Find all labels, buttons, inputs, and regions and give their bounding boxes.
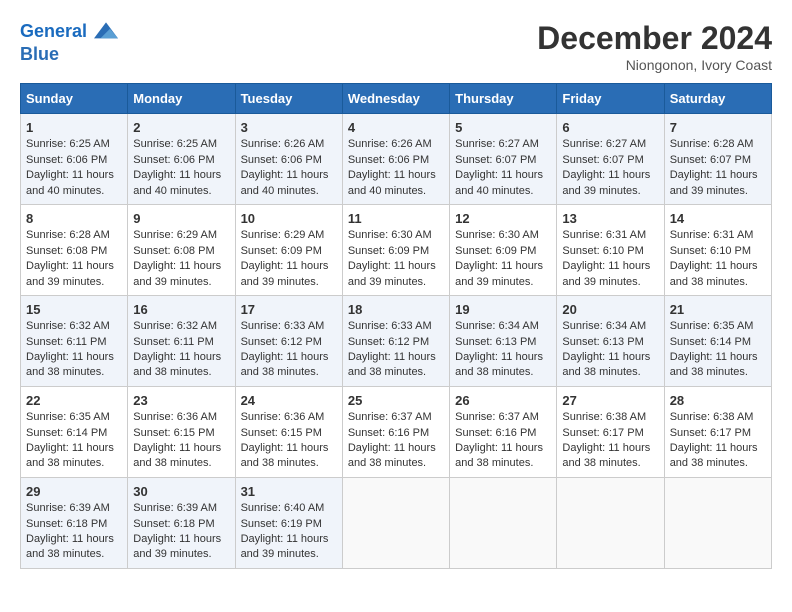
- day-number: 4: [348, 120, 355, 135]
- month-title: December 2024: [537, 20, 772, 57]
- location-subtitle: Niongonon, Ivory Coast: [537, 57, 772, 73]
- day-cell: 7 Sunrise: 6:28 AM Sunset: 6:07 PM Dayli…: [664, 114, 771, 205]
- day-number: 29: [26, 484, 40, 499]
- day-cell: 23 Sunrise: 6:36 AM Sunset: 6:15 PM Dayl…: [128, 386, 235, 477]
- day-cell: 27 Sunrise: 6:38 AM Sunset: 6:17 PM Dayl…: [557, 386, 664, 477]
- day-cell: 22 Sunrise: 6:35 AM Sunset: 6:14 PM Dayl…: [21, 386, 128, 477]
- day-number: 14: [670, 211, 684, 226]
- day-number: 20: [562, 302, 576, 317]
- day-cell: 10 Sunrise: 6:29 AM Sunset: 6:09 PM Dayl…: [235, 204, 342, 295]
- header-tuesday: Tuesday: [235, 84, 342, 114]
- day-cell: 8 Sunrise: 6:28 AM Sunset: 6:08 PM Dayli…: [21, 204, 128, 295]
- logo-text: General: [20, 20, 118, 44]
- day-number: 6: [562, 120, 569, 135]
- day-number: 11: [348, 211, 362, 226]
- day-cell: 29 Sunrise: 6:39 AM Sunset: 6:18 PM Dayl…: [21, 477, 128, 568]
- day-cell: 18 Sunrise: 6:33 AM Sunset: 6:12 PM Dayl…: [342, 295, 449, 386]
- day-cell: 9 Sunrise: 6:29 AM Sunset: 6:08 PM Dayli…: [128, 204, 235, 295]
- day-number: 10: [241, 211, 255, 226]
- day-number: 2: [133, 120, 140, 135]
- day-cell: 14 Sunrise: 6:31 AM Sunset: 6:10 PM Dayl…: [664, 204, 771, 295]
- week-row-5: 29 Sunrise: 6:39 AM Sunset: 6:18 PM Dayl…: [21, 477, 772, 568]
- day-number: 28: [670, 393, 684, 408]
- day-number: 23: [133, 393, 147, 408]
- header-monday: Monday: [128, 84, 235, 114]
- day-number: 31: [241, 484, 255, 499]
- header-saturday: Saturday: [664, 84, 771, 114]
- day-cell: 25 Sunrise: 6:37 AM Sunset: 6:16 PM Dayl…: [342, 386, 449, 477]
- header-thursday: Thursday: [450, 84, 557, 114]
- day-number: 25: [348, 393, 362, 408]
- day-cell: 31 Sunrise: 6:40 AM Sunset: 6:19 PM Dayl…: [235, 477, 342, 568]
- day-number: 3: [241, 120, 248, 135]
- day-cell: [664, 477, 771, 568]
- day-number: 19: [455, 302, 469, 317]
- day-number: 9: [133, 211, 140, 226]
- day-cell: 3 Sunrise: 6:26 AM Sunset: 6:06 PM Dayli…: [235, 114, 342, 205]
- day-cell: 2 Sunrise: 6:25 AM Sunset: 6:06 PM Dayli…: [128, 114, 235, 205]
- day-cell: 17 Sunrise: 6:33 AM Sunset: 6:12 PM Dayl…: [235, 295, 342, 386]
- day-cell: 1 Sunrise: 6:25 AM Sunset: 6:06 PM Dayli…: [21, 114, 128, 205]
- day-number: 17: [241, 302, 255, 317]
- day-cell: 12 Sunrise: 6:30 AM Sunset: 6:09 PM Dayl…: [450, 204, 557, 295]
- day-number: 22: [26, 393, 40, 408]
- week-row-4: 22 Sunrise: 6:35 AM Sunset: 6:14 PM Dayl…: [21, 386, 772, 477]
- day-number: 5: [455, 120, 462, 135]
- day-cell: 13 Sunrise: 6:31 AM Sunset: 6:10 PM Dayl…: [557, 204, 664, 295]
- day-number: 12: [455, 211, 469, 226]
- day-cell: 30 Sunrise: 6:39 AM Sunset: 6:18 PM Dayl…: [128, 477, 235, 568]
- day-cell: 19 Sunrise: 6:34 AM Sunset: 6:13 PM Dayl…: [450, 295, 557, 386]
- header-sunday: Sunday: [21, 84, 128, 114]
- title-block: December 2024 Niongonon, Ivory Coast: [537, 20, 772, 73]
- header-friday: Friday: [557, 84, 664, 114]
- day-cell: 24 Sunrise: 6:36 AM Sunset: 6:15 PM Dayl…: [235, 386, 342, 477]
- page-header: General Blue December 2024 Niongonon, Iv…: [20, 20, 772, 73]
- day-cell: 16 Sunrise: 6:32 AM Sunset: 6:11 PM Dayl…: [128, 295, 235, 386]
- day-cell: 28 Sunrise: 6:38 AM Sunset: 6:17 PM Dayl…: [664, 386, 771, 477]
- day-cell: 6 Sunrise: 6:27 AM Sunset: 6:07 PM Dayli…: [557, 114, 664, 205]
- day-number: 7: [670, 120, 677, 135]
- day-number: 8: [26, 211, 33, 226]
- day-number: 21: [670, 302, 684, 317]
- week-row-3: 15 Sunrise: 6:32 AM Sunset: 6:11 PM Dayl…: [21, 295, 772, 386]
- week-row-1: 1 Sunrise: 6:25 AM Sunset: 6:06 PM Dayli…: [21, 114, 772, 205]
- day-cell: 21 Sunrise: 6:35 AM Sunset: 6:14 PM Dayl…: [664, 295, 771, 386]
- calendar-table: SundayMondayTuesdayWednesdayThursdayFrid…: [20, 83, 772, 569]
- day-cell: 11 Sunrise: 6:30 AM Sunset: 6:09 PM Dayl…: [342, 204, 449, 295]
- day-cell: 15 Sunrise: 6:32 AM Sunset: 6:11 PM Dayl…: [21, 295, 128, 386]
- day-number: 15: [26, 302, 40, 317]
- logo-blue: Blue: [20, 44, 118, 65]
- day-number: 26: [455, 393, 469, 408]
- day-cell: [342, 477, 449, 568]
- day-cell: 5 Sunrise: 6:27 AM Sunset: 6:07 PM Dayli…: [450, 114, 557, 205]
- day-number: 1: [26, 120, 33, 135]
- day-number: 24: [241, 393, 255, 408]
- week-row-2: 8 Sunrise: 6:28 AM Sunset: 6:08 PM Dayli…: [21, 204, 772, 295]
- day-cell: 4 Sunrise: 6:26 AM Sunset: 6:06 PM Dayli…: [342, 114, 449, 205]
- day-number: 16: [133, 302, 147, 317]
- day-cell: [557, 477, 664, 568]
- day-cell: 20 Sunrise: 6:34 AM Sunset: 6:13 PM Dayl…: [557, 295, 664, 386]
- calendar-header-row: SundayMondayTuesdayWednesdayThursdayFrid…: [21, 84, 772, 114]
- day-number: 18: [348, 302, 362, 317]
- day-cell: [450, 477, 557, 568]
- day-number: 30: [133, 484, 147, 499]
- header-wednesday: Wednesday: [342, 84, 449, 114]
- day-number: 27: [562, 393, 576, 408]
- day-cell: 26 Sunrise: 6:37 AM Sunset: 6:16 PM Dayl…: [450, 386, 557, 477]
- day-number: 13: [562, 211, 576, 226]
- logo: General Blue: [20, 20, 118, 65]
